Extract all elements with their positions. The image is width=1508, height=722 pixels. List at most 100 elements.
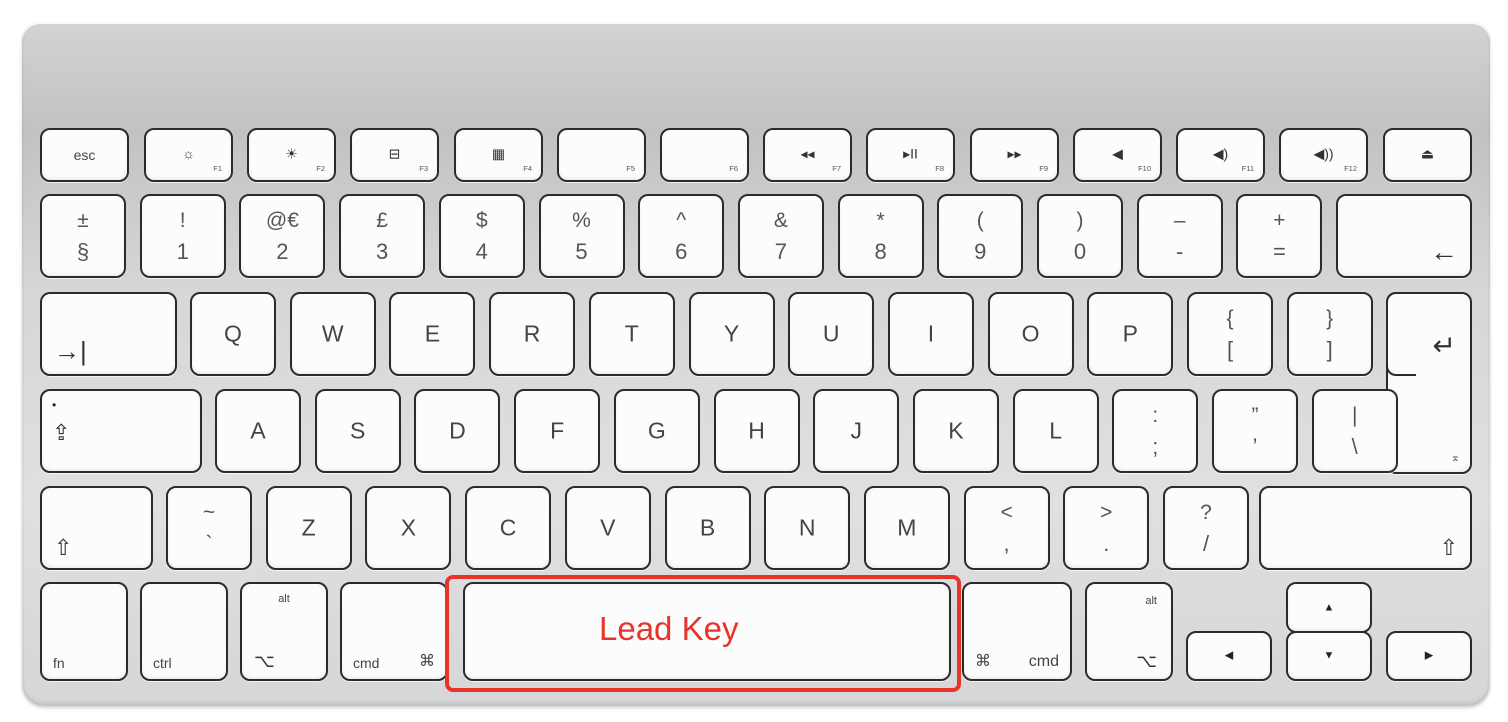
key-a[interactable]: A xyxy=(215,389,301,473)
key-label: X xyxy=(400,514,417,541)
key-label: alt xyxy=(1145,595,1157,607)
key-semicolon[interactable]: :; xyxy=(1112,389,1199,473)
key-slash[interactable]: ? / xyxy=(1163,486,1249,570)
key-s[interactable]: S xyxy=(314,389,401,473)
volume-up-icon: ◀)) xyxy=(1313,145,1334,162)
key-label: B xyxy=(699,514,716,541)
key-f8[interactable]: ▸II F8 xyxy=(866,128,955,182)
command-icon: ⌘ xyxy=(975,653,991,670)
key-f9[interactable]: ▸▸ F9 xyxy=(970,128,1059,182)
key-right-shift[interactable]: ⇧ xyxy=(1259,486,1472,570)
key-label: 0 xyxy=(1073,239,1087,265)
key-9[interactable]: (9 xyxy=(937,194,1024,278)
key-section[interactable]: ± § xyxy=(40,194,126,278)
key-f12[interactable]: ◀)) F12 xyxy=(1279,128,1368,182)
key-d[interactable]: D xyxy=(414,389,501,473)
key-shift-label: & xyxy=(773,209,788,233)
key-comma[interactable]: <, xyxy=(963,486,1050,570)
key-period[interactable]: >. xyxy=(1063,486,1150,570)
key-label: P xyxy=(1122,320,1138,347)
arrow-up-icon: ▲ xyxy=(1323,601,1335,613)
key-f5[interactable]: F5 xyxy=(557,128,646,182)
fn-number-label: F3 xyxy=(419,163,428,173)
key-v[interactable]: V xyxy=(564,486,651,570)
key-t[interactable]: T xyxy=(588,292,675,376)
key-equals[interactable]: + = xyxy=(1236,194,1323,278)
return-key-extension[interactable] xyxy=(1386,292,1416,376)
fn-number-label: F7 xyxy=(832,163,841,173)
key-label: E xyxy=(424,320,441,347)
key-b[interactable]: B xyxy=(664,486,751,570)
key-f4[interactable]: ▦ F4 xyxy=(454,128,543,182)
key-caps-lock[interactable]: • ⇪ xyxy=(40,389,202,473)
key-1[interactable]: ! 1 xyxy=(139,194,226,278)
key-f3[interactable]: ⊟ F3 xyxy=(350,128,439,182)
key-f1[interactable]: ☼ F1 xyxy=(144,128,233,182)
key-f2[interactable]: ☀ F2 xyxy=(247,128,336,182)
key-x[interactable]: X xyxy=(365,486,452,570)
key-ctrl[interactable]: ctrl xyxy=(140,582,228,681)
key-minus[interactable]: – - xyxy=(1136,194,1223,278)
key-q[interactable]: Q xyxy=(190,292,276,376)
key-i[interactable]: I xyxy=(887,292,974,376)
key-8[interactable]: * 8 xyxy=(837,194,924,278)
key-n[interactable]: N xyxy=(764,486,851,570)
key-r[interactable]: R xyxy=(489,292,576,376)
key-j[interactable]: J xyxy=(813,389,900,473)
key-c[interactable]: C xyxy=(465,486,552,570)
key-rbracket[interactable]: }] xyxy=(1286,292,1373,376)
key-esc[interactable]: esc xyxy=(40,128,129,182)
key-6[interactable]: ^ 6 xyxy=(638,194,725,278)
key-arrow-left[interactable]: ◀ xyxy=(1186,631,1272,681)
key-lbracket[interactable]: {[ xyxy=(1187,292,1273,376)
key-f7[interactable]: ◂◂ F7 xyxy=(763,128,852,182)
key-y[interactable]: Y xyxy=(688,292,775,376)
key-u[interactable]: U xyxy=(788,292,875,376)
key-right-cmd[interactable]: ⌘ cmd xyxy=(962,582,1072,681)
key-f10[interactable]: ◀ F10 xyxy=(1073,128,1162,182)
key-right-alt[interactable]: alt ⌥ xyxy=(1085,582,1173,681)
key-w[interactable]: W xyxy=(289,292,376,376)
key-m[interactable]: M xyxy=(863,486,950,570)
key-tilde[interactable]: ~ ` xyxy=(166,486,252,570)
key-backslash[interactable]: | \ xyxy=(1311,389,1398,473)
key-7[interactable]: & 7 xyxy=(737,194,824,278)
key-shift-label: % xyxy=(572,209,591,233)
key-shift-label: } xyxy=(1326,307,1334,331)
key-f6[interactable]: F6 xyxy=(660,128,749,182)
key-f[interactable]: F xyxy=(514,389,601,473)
key-quote[interactable]: ”’ xyxy=(1212,389,1298,473)
key-arrow-right[interactable]: ▶ xyxy=(1386,631,1472,681)
key-4[interactable]: $4 xyxy=(438,194,525,278)
shift-icon: ⇧ xyxy=(1439,535,1458,560)
key-5[interactable]: % 5 xyxy=(538,194,625,278)
key-backspace[interactable]: ← xyxy=(1336,194,1472,278)
key-f11[interactable]: ◀) F11 xyxy=(1176,128,1265,182)
key-p[interactable]: P xyxy=(1087,292,1174,376)
key-fn[interactable]: fn xyxy=(40,582,128,681)
key-shift-label: ( xyxy=(976,209,984,233)
key-3[interactable]: £3 xyxy=(339,194,426,278)
key-arrow-up[interactable]: ▲ xyxy=(1286,582,1372,633)
key-arrow-down[interactable]: ▼ xyxy=(1286,631,1372,681)
key-z[interactable]: Z xyxy=(265,486,352,570)
key-e[interactable]: E xyxy=(389,292,476,376)
key-label: / xyxy=(1202,531,1210,557)
key-k[interactable]: K xyxy=(912,389,999,473)
fn-number-label: F8 xyxy=(935,163,944,173)
key-tab[interactable]: →| xyxy=(40,292,177,376)
key-eject[interactable]: ⏏ xyxy=(1383,128,1472,182)
key-2[interactable]: @€ 2 xyxy=(239,194,326,278)
key-g[interactable]: G xyxy=(613,389,700,473)
key-label: S xyxy=(350,417,366,444)
key-left-alt[interactable]: alt ⌥ xyxy=(240,582,328,681)
key-l[interactable]: L xyxy=(1012,389,1099,473)
key-h[interactable]: H xyxy=(713,389,800,473)
key-shift-label: | xyxy=(1351,404,1358,428)
key-left-cmd[interactable]: cmd ⌘ xyxy=(340,582,448,681)
key-0[interactable]: ) 0 xyxy=(1037,194,1123,278)
key-shift-label: * xyxy=(876,209,885,233)
key-shift-label: ? xyxy=(1200,501,1212,525)
key-left-shift[interactable]: ⇧ xyxy=(40,486,153,570)
key-o[interactable]: O xyxy=(987,292,1074,376)
